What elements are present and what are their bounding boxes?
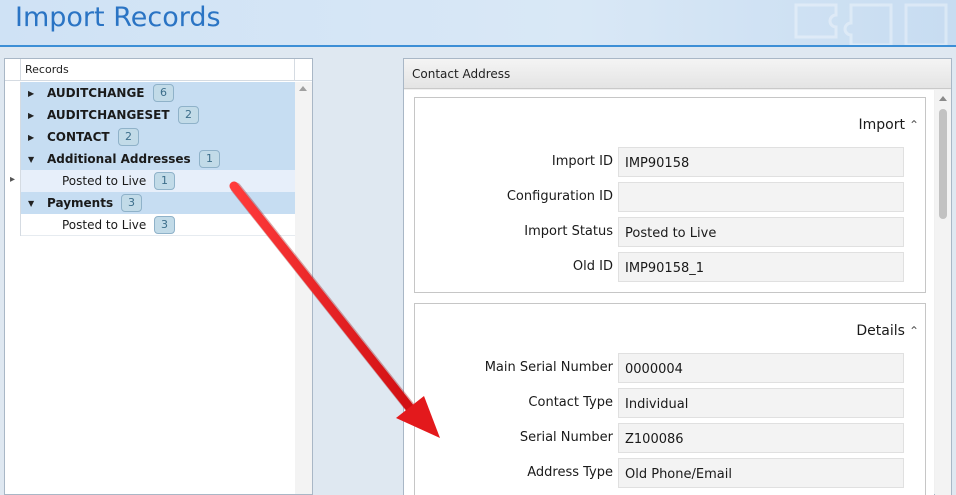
count-badge: 3 (154, 216, 175, 234)
field-label: Import ID (551, 154, 613, 169)
tree-row[interactable]: ▶ CONTACT 2 (5, 126, 295, 148)
row-gutter[interactable] (5, 82, 21, 104)
chevron-up-icon[interactable]: ⌃ (909, 118, 919, 132)
tree-row-label: Payments (47, 196, 114, 210)
tree-row-cell[interactable]: Posted to Live 1 (21, 170, 295, 192)
tree-row[interactable]: Posted to Live 3 (5, 214, 295, 236)
tree-row[interactable]: ▸ Posted to Live 1 (5, 170, 295, 192)
field-value[interactable]: IMP90158 (618, 147, 904, 177)
count-badge: 2 (178, 106, 199, 124)
tree-row[interactable]: ▶ AUDITCHANGE 6 (5, 82, 295, 104)
triangle-right-icon[interactable]: ▶ (28, 133, 34, 142)
field-label: Configuration ID (506, 189, 613, 204)
contact-address-title: Contact Address (412, 67, 511, 81)
tree-row-label: AUDITCHANGESET (47, 108, 170, 122)
tree-row-label: CONTACT (47, 130, 110, 144)
field-label: Contact Type (528, 395, 613, 410)
details-group-header[interactable]: Details ⌃ (856, 323, 919, 339)
triangle-right-icon[interactable]: ▶ (28, 111, 34, 120)
details-group-title: Details (856, 323, 905, 339)
row-gutter[interactable] (5, 192, 21, 214)
contact-address-body: Import ⌃ Import ID IMP90158 Configuration I… (404, 90, 934, 495)
row-gutter[interactable] (5, 214, 21, 236)
row-gutter[interactable] (5, 104, 21, 126)
puzzle-watermark-icon (794, 3, 948, 45)
count-badge: 1 (154, 172, 175, 190)
field-label: Old ID (572, 259, 613, 274)
tree-column-header: Records (5, 59, 312, 81)
field-value[interactable]: Old Phone/Email (618, 458, 904, 488)
import-group: Import ⌃ Import ID IMP90158 Configuration I… (414, 97, 926, 293)
field-value[interactable]: 0000004 (618, 353, 904, 383)
tree-row-cell[interactable]: ▶ AUDITCHANGESET 2 (21, 104, 295, 126)
scroll-up-icon[interactable] (939, 96, 947, 101)
page-title: Import Records (15, 2, 221, 33)
chevron-up-icon[interactable]: ⌃ (909, 324, 919, 338)
tree-row-cell[interactable]: ▼ Payments 3 (21, 192, 295, 214)
tree-row-label: AUDITCHANGE (47, 86, 145, 100)
count-badge: 3 (121, 194, 142, 212)
triangle-right-icon[interactable]: ▶ (28, 89, 34, 98)
scroll-up-icon[interactable] (299, 86, 307, 91)
tree-row-label: Additional Addresses (47, 152, 191, 166)
tree-row[interactable]: ▶ AUDITCHANGESET 2 (5, 104, 295, 126)
row-gutter[interactable]: ▸ (5, 170, 21, 192)
tree-row-cell[interactable]: Posted to Live 3 (21, 214, 295, 236)
count-badge: 2 (118, 128, 139, 146)
row-gutter[interactable] (5, 126, 21, 148)
field-label: Address Type (527, 465, 613, 480)
tree-row-cell[interactable]: ▶ CONTACT 2 (21, 126, 295, 148)
import-group-header[interactable]: Import ⌃ (858, 117, 919, 133)
field-value[interactable]: IMP90158_1 (618, 252, 904, 282)
contact-address-panel: Contact Address Import ⌃ Import ID IMP9015… (403, 58, 952, 495)
row-gutter[interactable] (5, 148, 21, 170)
tree-row-cell[interactable]: ▼ Additional Addresses 1 (21, 148, 295, 170)
scroll-thumb[interactable] (939, 109, 947, 219)
row-indicator-icon: ▸ (10, 174, 16, 185)
field-label: Import Status (524, 224, 613, 239)
tree-row[interactable]: ▼ Additional Addresses 1 (5, 148, 295, 170)
app-header: Import Records (0, 0, 956, 47)
field-value[interactable]: Z100086 (618, 423, 904, 453)
tree-scrollbar[interactable] (295, 82, 312, 494)
tree-row-label: Posted to Live (62, 174, 147, 188)
field-value[interactable]: Posted to Live (618, 217, 904, 247)
tree-rows: ▶ AUDITCHANGE 6 ▶ AUDITCHANGESET 2 ▶ CONTACT 2 ▼ A… (5, 82, 295, 236)
count-badge: 6 (153, 84, 174, 102)
records-column-label: Records (25, 63, 69, 76)
triangle-down-icon[interactable]: ▼ (28, 155, 34, 164)
import-group-title: Import (858, 117, 905, 133)
details-group: Details ⌃ Main Serial Number 0000004 Contac… (414, 303, 926, 495)
contact-address-header: Contact Address (404, 59, 951, 89)
tree-row-label: Posted to Live (62, 218, 147, 232)
tree-row-cell[interactable]: ▶ AUDITCHANGE 6 (21, 82, 295, 104)
field-value[interactable]: Individual (618, 388, 904, 418)
contact-scrollbar[interactable] (935, 90, 951, 495)
field-label: Main Serial Number (484, 360, 613, 375)
field-value[interactable] (618, 182, 904, 212)
records-tree: Records ▶ AUDITCHANGE 6 ▶ AUDITCHANGESET 2 ▶ CO… (4, 58, 313, 495)
triangle-down-icon[interactable]: ▼ (28, 199, 34, 208)
field-label: Serial Number (519, 430, 613, 445)
tree-row[interactable]: ▼ Payments 3 (5, 192, 295, 214)
count-badge: 1 (199, 150, 220, 168)
